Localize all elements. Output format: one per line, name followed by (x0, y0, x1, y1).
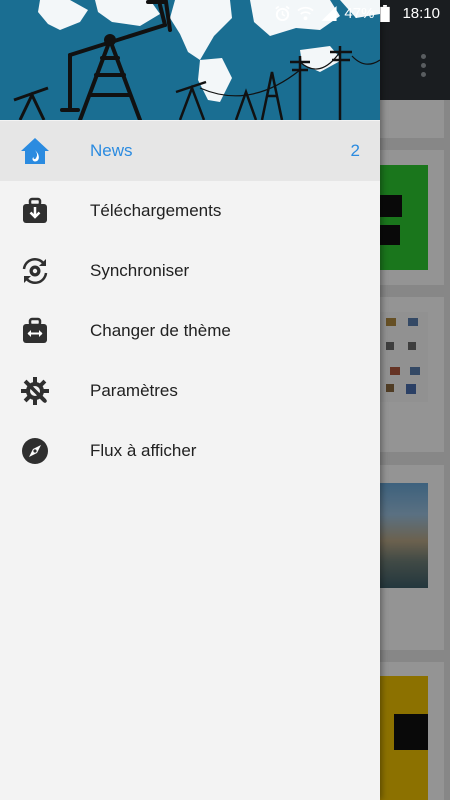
menu-item-change-theme[interactable]: Changer de thème (0, 301, 380, 361)
download-box-icon (23, 197, 47, 223)
wifi-icon (297, 6, 315, 21)
menu-label-settings: Paramètres (90, 381, 178, 400)
menu-item-downloads[interactable]: Téléchargements (0, 181, 380, 241)
menu-item-sync[interactable]: Synchroniser (0, 241, 380, 301)
navigation-drawer: News 2 Téléchargements Synchroniser Chan… (0, 0, 380, 800)
battery-icon (380, 5, 391, 22)
menu-item-news[interactable]: News 2 (0, 121, 380, 181)
clock: 18:10 (402, 5, 440, 22)
menu-label-downloads: Téléchargements (90, 201, 222, 220)
drawer-scrim[interactable] (380, 0, 450, 800)
compass-icon (22, 438, 48, 464)
menu-label-feeds: Flux à afficher (90, 441, 197, 460)
menu-label-news: News (90, 141, 133, 160)
home-icon (21, 138, 49, 164)
menu-label-change-theme: Changer de thème (90, 321, 231, 340)
drawer-menu: News 2 Téléchargements Synchroniser Chan… (0, 121, 380, 481)
signal-icon (321, 5, 337, 22)
news-count-badge: 2 (350, 141, 360, 160)
battery-percent: 47% (344, 5, 375, 22)
alarm-icon (275, 5, 291, 22)
status-bar: 47% 18:10 (0, 0, 450, 30)
menu-label-sync: Synchroniser (90, 261, 190, 280)
settings-wrench-icon (21, 377, 49, 405)
menu-item-feeds[interactable]: Flux à afficher (0, 421, 380, 481)
sync-gear-icon (22, 257, 48, 285)
swap-briefcase-icon (23, 317, 47, 343)
menu-item-settings[interactable]: Paramètres (0, 361, 380, 421)
